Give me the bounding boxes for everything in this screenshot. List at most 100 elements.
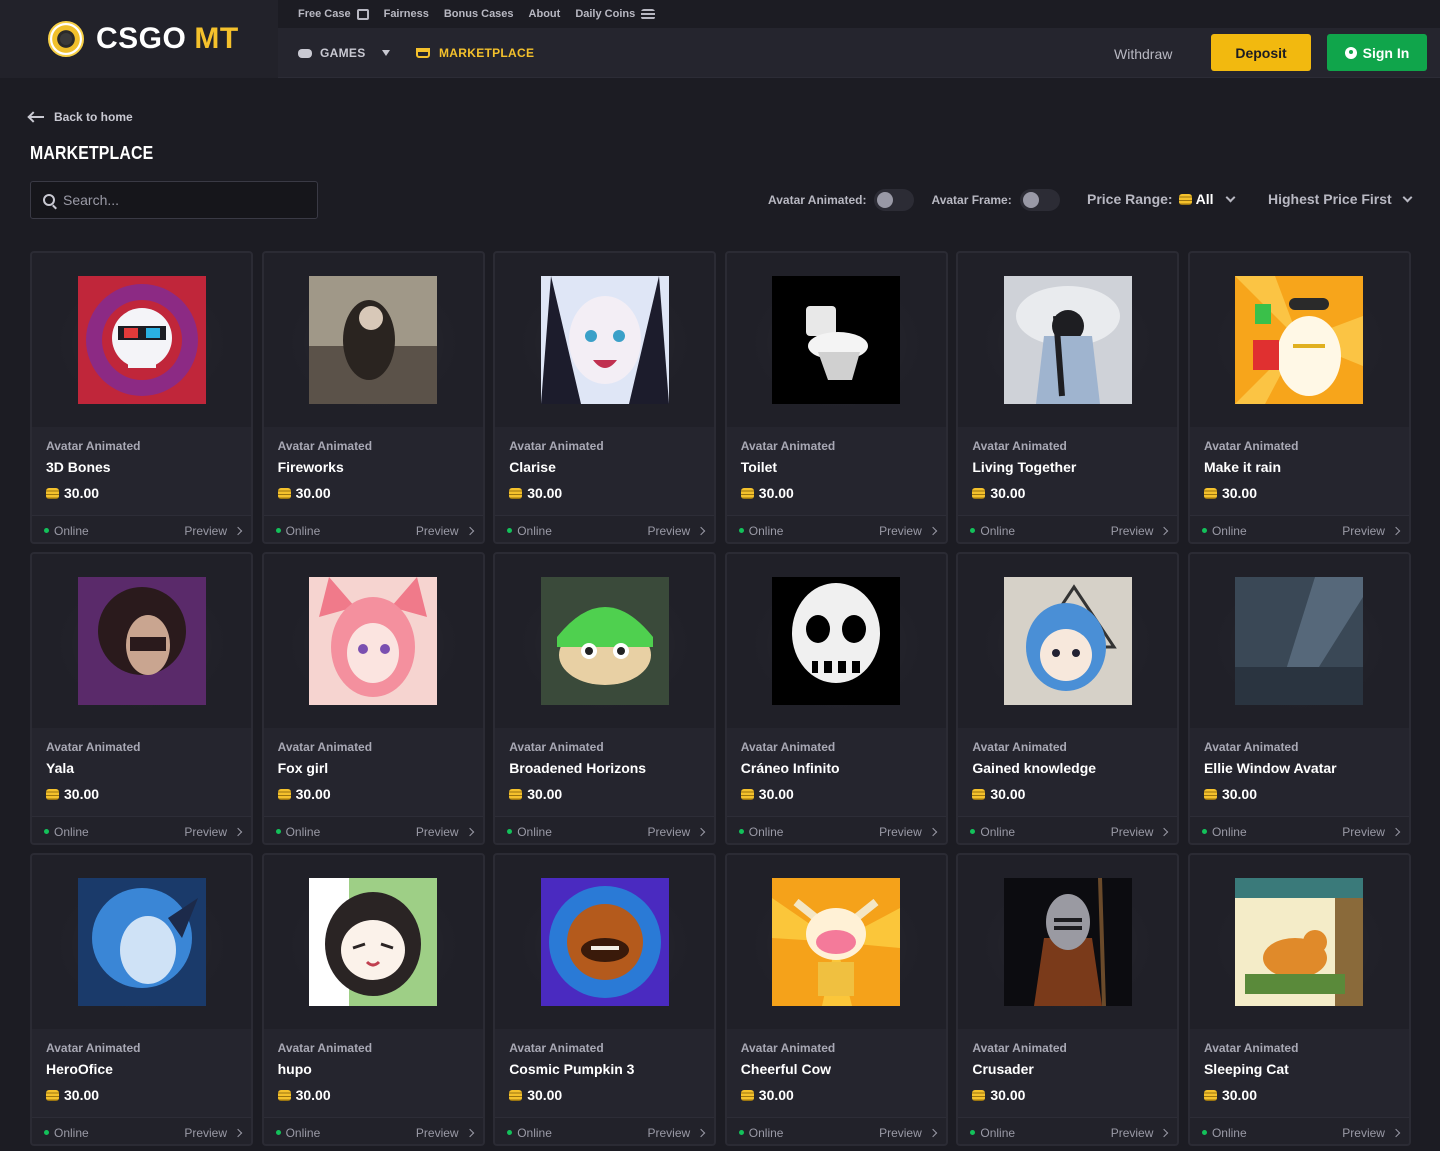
preview-button[interactable]: Preview	[184, 1126, 243, 1140]
preview-button[interactable]: Preview	[416, 524, 474, 538]
item-footer: Online Preview	[263, 816, 483, 843]
price-range-dropdown[interactable]: Price Range: All	[1087, 191, 1236, 207]
avatar-animated-toggle[interactable]	[874, 189, 915, 211]
item-card[interactable]: Avatar Animated Cheerful Cow 30.00 Onlin…	[724, 853, 948, 1146]
dark-hair-girl-image	[77, 577, 206, 705]
item-card[interactable]: Avatar Animated Toilet 30.00 Online Prev…	[724, 251, 948, 544]
item-card[interactable]: Avatar Animated Cosmic Pumpkin 3 30.00 O…	[493, 853, 717, 1146]
item-type: Avatar Animated	[972, 1041, 1067, 1055]
item-image-area	[958, 554, 1178, 728]
deposit-button[interactable]: Deposit	[1211, 34, 1311, 71]
blue-hero-image	[77, 878, 206, 1006]
preview-label: Preview	[879, 824, 922, 839]
bonus-cases-link[interactable]: Bonus Cases	[444, 8, 514, 20]
item-image-area	[726, 253, 946, 427]
preview-button[interactable]: Preview	[184, 825, 243, 839]
preview-button[interactable]: Preview	[1342, 524, 1401, 538]
filters-bar: Avatar Animated: Avatar Frame:	[768, 186, 1060, 214]
item-price-value: 30.00	[527, 786, 563, 802]
search-input[interactable]	[63, 192, 317, 208]
item-type: Avatar Animated	[277, 740, 373, 754]
free-case-link[interactable]: Free Case	[298, 8, 369, 20]
marketplace-nav-link[interactable]: MARKETPLACE	[416, 46, 534, 60]
preview-button[interactable]: Preview	[416, 825, 474, 839]
item-name: Broadened Horizons	[509, 760, 647, 776]
item-card[interactable]: Avatar Animated Gained knowledge 30.00 O…	[956, 552, 1180, 845]
knight-image	[1003, 877, 1132, 1007]
withdraw-link[interactable]: Withdraw	[1114, 46, 1172, 62]
item-card[interactable]: Avatar Animated Clarise 30.00 Online Pre…	[493, 251, 717, 544]
item-card[interactable]: Avatar Animated Broadened Horizons 30.00…	[493, 552, 717, 845]
back-to-home-link[interactable]: Back to home	[30, 110, 133, 124]
item-card[interactable]: Avatar Animated Make it rain 30.00 Onlin…	[1187, 251, 1411, 544]
caret-down-icon	[381, 50, 390, 56]
item-footer: Online Preview	[726, 816, 946, 843]
preview-button[interactable]: Preview	[1111, 1126, 1169, 1140]
daily-coins-link[interactable]: Daily Coins	[575, 8, 656, 20]
preview-button[interactable]: Preview	[1111, 524, 1169, 538]
item-name: Ellie Window Avatar	[1203, 760, 1337, 776]
games-label: GAMES	[320, 46, 366, 60]
preview-button[interactable]: Preview	[1342, 1126, 1401, 1140]
preview-label: Preview	[647, 523, 691, 538]
item-footer: Online Preview	[958, 515, 1178, 542]
pixel-skull-image	[772, 577, 901, 705]
item-name: Sleeping Cat	[1203, 1061, 1289, 1077]
preview-button[interactable]: Preview	[879, 1126, 938, 1140]
item-name: Cosmic Pumpkin 3	[509, 1061, 635, 1077]
chevron-right-icon	[928, 526, 938, 535]
item-card[interactable]: Avatar Animated Sleeping Cat 30.00 Onlin…	[1187, 853, 1411, 1146]
item-footer: Online Preview	[495, 1117, 715, 1144]
item-card[interactable]: Avatar Animated Fox girl 30.00 Online Pr…	[261, 552, 485, 845]
games-dropdown[interactable]: GAMES	[298, 46, 390, 60]
item-card[interactable]: Avatar Animated Living Together 30.00 On…	[956, 251, 1180, 544]
status-label: Online	[517, 523, 552, 538]
status-dot-icon	[275, 528, 281, 533]
preview-button[interactable]: Preview	[648, 1126, 706, 1140]
item-card[interactable]: Avatar Animated Fireworks 30.00 Online P…	[261, 251, 485, 544]
item-footer: Online Preview	[726, 1117, 946, 1144]
online-status: Online	[738, 524, 783, 538]
preview-button[interactable]: Preview	[416, 1126, 474, 1140]
avatar-frame-toggle[interactable]	[1019, 189, 1060, 211]
brand-logo-icon	[48, 21, 84, 57]
search-box[interactable]	[30, 181, 318, 219]
status-label: Online	[980, 824, 1016, 839]
item-price-value: 30.00	[990, 1087, 1026, 1103]
about-link[interactable]: About	[529, 8, 561, 20]
preview-button[interactable]: Preview	[184, 524, 243, 538]
chevron-right-icon	[465, 1128, 474, 1137]
item-card[interactable]: Avatar Animated Yala 30.00 Online Previe…	[30, 552, 253, 845]
item-card[interactable]: Avatar Animated hupo 30.00 Online Previe…	[261, 853, 485, 1146]
preview-button[interactable]: Preview	[1342, 825, 1401, 839]
item-footer: Online Preview	[495, 515, 715, 542]
chevron-right-icon	[1160, 526, 1169, 535]
item-card[interactable]: Avatar Animated Cráneo Infinito 30.00 On…	[724, 552, 948, 845]
item-card[interactable]: Avatar Animated HeroOfice 30.00 Online P…	[30, 853, 253, 1146]
fairness-link[interactable]: Fairness	[384, 8, 429, 20]
item-price: 30.00	[46, 786, 99, 802]
online-status: Online	[1201, 825, 1247, 839]
online-status: Online	[507, 524, 552, 538]
item-price: 30.00	[740, 485, 794, 501]
sign-in-button[interactable]: Sign In	[1327, 34, 1427, 71]
chevron-right-icon	[1391, 827, 1401, 836]
window-scene-image	[1235, 577, 1364, 705]
preview-button[interactable]: Preview	[879, 524, 938, 538]
preview-button[interactable]: Preview	[648, 825, 706, 839]
status-dot-icon	[1201, 528, 1207, 533]
item-card[interactable]: Avatar Animated Ellie Window Avatar 30.0…	[1187, 552, 1411, 845]
sort-dropdown[interactable]: Highest Price First	[1268, 191, 1413, 207]
item-price-value: 30.00	[64, 1087, 100, 1103]
logo[interactable]: CSGO MT	[0, 0, 278, 78]
item-footer: Online Preview	[32, 515, 251, 542]
coin-icon	[509, 487, 523, 499]
umbrella-girl-image	[1003, 276, 1132, 404]
preview-button[interactable]: Preview	[647, 523, 706, 538]
item-card[interactable]: Avatar Animated 3D Bones 30.00 Online Pr…	[30, 251, 253, 544]
item-footer: Online Preview	[32, 1117, 251, 1144]
item-card[interactable]: Avatar Animated Crusader 30.00 Online Pr…	[956, 853, 1180, 1146]
preview-button[interactable]: Preview	[1111, 825, 1169, 839]
status-label: Online	[285, 523, 321, 538]
preview-button[interactable]: Preview	[879, 824, 938, 839]
